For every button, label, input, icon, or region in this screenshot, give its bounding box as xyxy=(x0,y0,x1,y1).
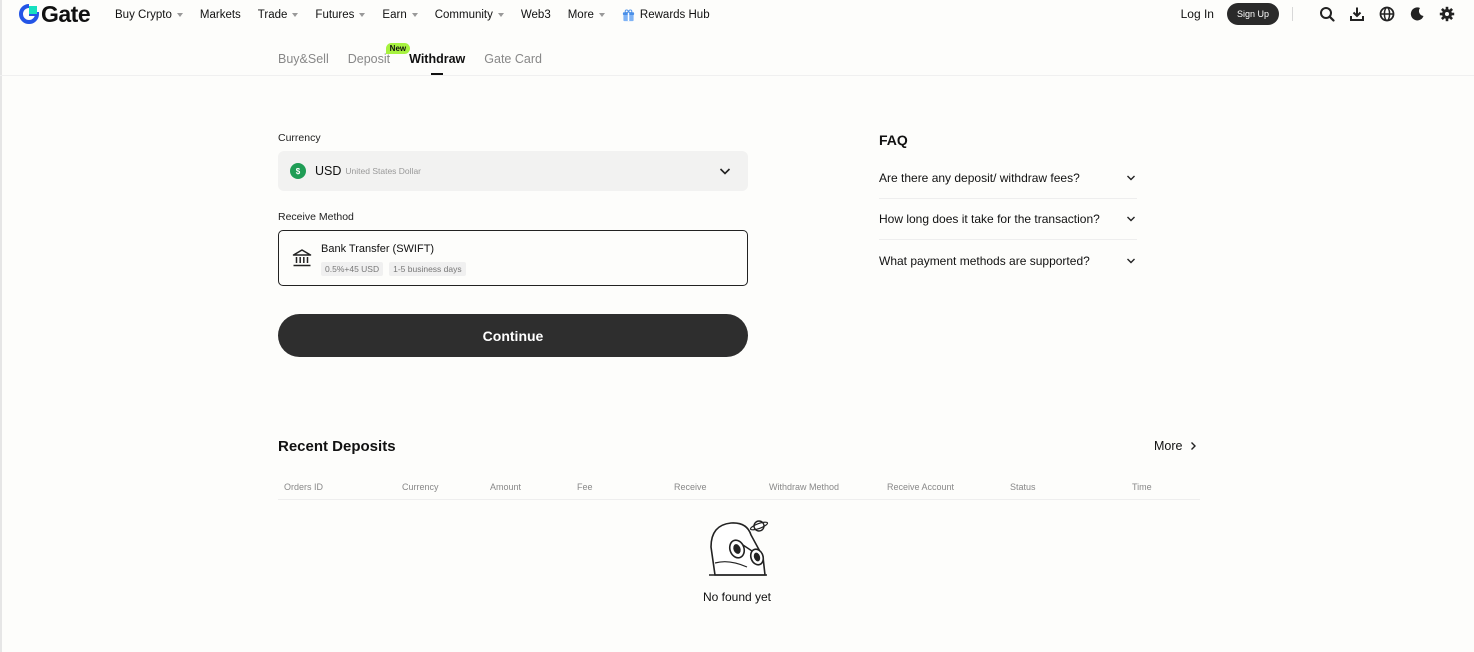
caret-down-icon xyxy=(292,13,299,17)
column-header: Withdraw Method xyxy=(769,482,840,492)
receive-method-option[interactable]: Bank Transfer (SWIFT) 0.5%+45 USD 1-5 bu… xyxy=(278,230,748,286)
caret-down-icon xyxy=(497,13,504,17)
column-header: Orders ID xyxy=(284,482,324,492)
column-header: Status xyxy=(1010,482,1036,492)
bank-icon xyxy=(292,249,312,267)
nav-futures[interactable]: Futures xyxy=(315,9,366,21)
caret-down-icon xyxy=(411,13,418,17)
nav-label: Community xyxy=(434,9,493,21)
column-header: Amount xyxy=(490,482,522,492)
tab-label: Deposit xyxy=(347,52,391,66)
method-time-tag: 1-5 business days xyxy=(389,262,466,276)
faq-list: Are there any deposit/ withdraw fees? Ho… xyxy=(879,158,1137,281)
search-icon[interactable] xyxy=(1318,5,1336,23)
nav-label: More xyxy=(567,9,594,21)
currency-select[interactable]: $ USD United States Dollar xyxy=(278,151,748,191)
nav-label: Buy Crypto xyxy=(115,9,172,21)
currency-name: United States Dollar xyxy=(345,166,421,176)
nav-label: Markets xyxy=(199,9,241,21)
caret-down-icon xyxy=(176,13,183,17)
download-icon[interactable] xyxy=(1348,5,1366,23)
tab-gate-card[interactable]: Gate Card xyxy=(484,52,542,76)
nav-buy-crypto[interactable]: Buy Crypto xyxy=(115,9,183,21)
more-label: More xyxy=(1154,439,1183,453)
new-badge: New xyxy=(385,43,411,54)
column-header: Receive xyxy=(674,482,707,492)
receive-method-label: Receive Method xyxy=(278,211,354,223)
usd-coin-icon: $ xyxy=(290,163,306,179)
left-edge xyxy=(0,0,2,652)
faq-question: Are there any deposit/ withdraw fees? xyxy=(879,171,1080,185)
page-tabs: Buy&Sell Deposit New Withdraw Gate Card xyxy=(278,43,561,76)
nav-label: Rewards Hub xyxy=(639,9,710,21)
chevron-down-icon xyxy=(1127,216,1135,222)
faq-item[interactable]: How long does it take for the transactio… xyxy=(879,199,1137,240)
header-actions: Log In Sign Up xyxy=(1181,3,1456,25)
currency-code: USD xyxy=(315,164,342,178)
nav-markets[interactable]: Markets xyxy=(200,9,241,21)
caret-down-icon xyxy=(598,13,605,17)
method-title: Bank Transfer (SWIFT) xyxy=(321,243,435,255)
faq-title: FAQ xyxy=(879,132,908,148)
faq-item[interactable]: What payment methods are supported? xyxy=(879,240,1137,281)
chevron-right-icon xyxy=(1191,442,1197,450)
gift-box-icon xyxy=(622,8,634,21)
globe-icon[interactable] xyxy=(1378,5,1396,23)
column-header: Receive Account xyxy=(887,482,955,492)
top-navbar: Gate Buy Crypto Markets Trade Futures Ea… xyxy=(0,0,1474,30)
chevron-down-icon xyxy=(1127,175,1135,181)
empty-state-text: No found yet xyxy=(702,590,772,604)
column-header: Fee xyxy=(577,482,593,492)
more-link[interactable]: More xyxy=(1154,439,1198,453)
gate-logo[interactable]: Gate xyxy=(19,1,91,27)
nav-community[interactable]: Community xyxy=(435,9,504,21)
caret-down-icon xyxy=(359,13,366,17)
faq-question: What payment methods are supported? xyxy=(879,253,1090,268)
signup-button[interactable]: Sign Up xyxy=(1226,3,1279,25)
nav-rewards-hub[interactable]: Rewards Hub xyxy=(622,8,710,22)
moon-icon[interactable] xyxy=(1408,5,1426,23)
gate-logo-icon xyxy=(19,4,39,24)
currency-label: Currency xyxy=(278,132,321,144)
nav-label: Earn xyxy=(382,9,407,21)
main-nav: Buy Crypto Markets Trade Futures Earn Co… xyxy=(115,7,727,23)
tab-buy-sell[interactable]: Buy&Sell xyxy=(278,52,329,76)
nav-trade[interactable]: Trade xyxy=(258,9,299,21)
nav-web3[interactable]: Web3 xyxy=(521,9,551,21)
method-tags: 0.5%+45 USD 1-5 business days xyxy=(321,262,466,276)
empty-state-binoculars-icon xyxy=(709,520,769,576)
nav-earn[interactable]: Earn xyxy=(382,9,418,21)
nav-label: Trade xyxy=(257,9,288,21)
tab-deposit[interactable]: Deposit New xyxy=(347,43,411,76)
recent-deposits-title: Recent Deposits xyxy=(278,438,396,455)
logo-text: Gate xyxy=(41,1,91,27)
faq-question: How long does it take for the transactio… xyxy=(879,212,1100,226)
continue-button[interactable]: Continue xyxy=(278,314,748,357)
nav-more[interactable]: More xyxy=(568,9,605,21)
deposits-table-header: Orders ID Currency Amount Fee Receive Wi… xyxy=(278,476,1200,500)
method-fee-tag: 0.5%+45 USD xyxy=(321,262,384,276)
chevron-down-icon xyxy=(1127,258,1135,263)
column-header: Currency xyxy=(402,482,439,492)
nav-label: Web3 xyxy=(520,9,551,21)
tabs-divider xyxy=(0,75,1474,76)
column-header: Time xyxy=(1132,482,1152,492)
nav-label: Futures xyxy=(315,9,355,21)
header-divider xyxy=(1292,7,1293,21)
tab-withdraw[interactable]: Withdraw xyxy=(409,52,465,76)
faq-item[interactable]: Are there any deposit/ withdraw fees? xyxy=(879,158,1137,199)
chevron-down-icon xyxy=(719,168,731,175)
login-button[interactable]: Log In xyxy=(1181,7,1214,21)
gear-icon[interactable] xyxy=(1438,5,1456,23)
